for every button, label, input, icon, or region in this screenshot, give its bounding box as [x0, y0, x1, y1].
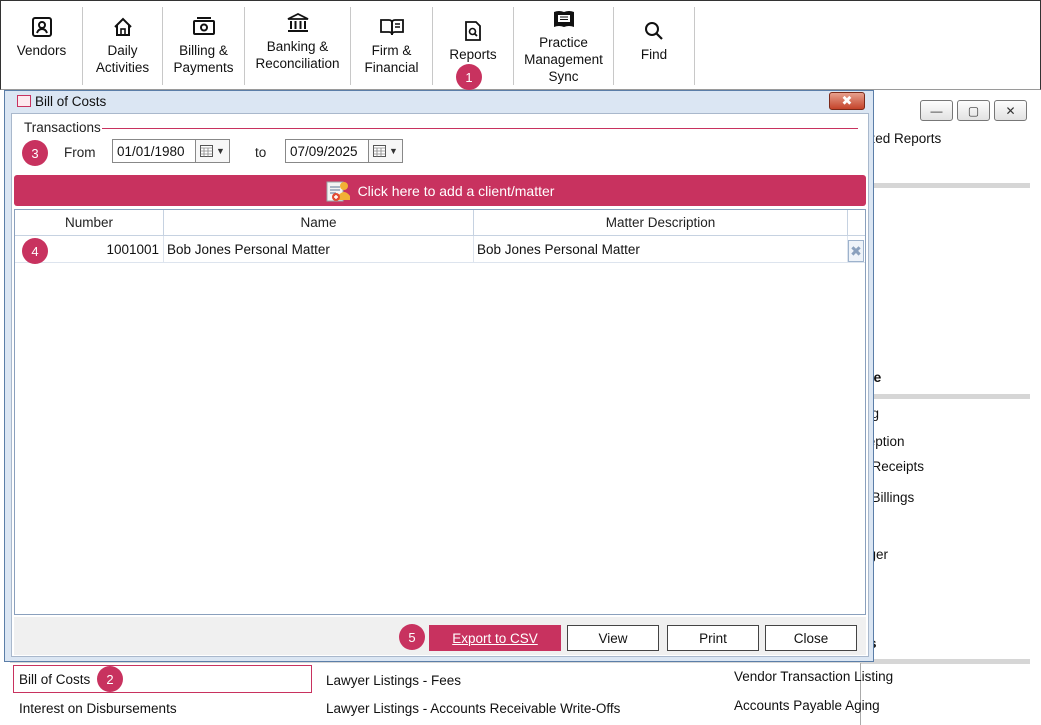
- cell-name: Bob Jones Personal Matter: [164, 236, 474, 263]
- export-csv-button[interactable]: Export to CSV: [429, 625, 561, 651]
- column-header-number[interactable]: Number: [15, 210, 164, 236]
- column-header-name[interactable]: Name: [164, 210, 474, 236]
- toolbar-banking-reconciliation-button[interactable]: Banking & Reconciliation: [245, 7, 351, 85]
- from-date-input[interactable]: [112, 139, 196, 163]
- dialog-close-button[interactable]: ✖: [829, 92, 865, 110]
- chevron-down-icon: ▼: [216, 146, 225, 156]
- section-divider: [102, 128, 858, 129]
- report-search-icon: [463, 19, 483, 43]
- toolbar-vendors-button[interactable]: Vendors: [1, 7, 83, 85]
- report-vendor-transaction-listing[interactable]: Vendor Transaction Listing: [734, 669, 893, 684]
- callout-badge-2: 2: [97, 666, 123, 692]
- add-client-matter-label: Click here to add a client/matter: [357, 182, 555, 199]
- dialog-footer: 5 Export to CSV View Print Close: [14, 617, 866, 655]
- callout-badge-5: 5: [399, 624, 425, 650]
- toolbar-daily-activities-button[interactable]: Daily Activities: [83, 7, 163, 85]
- add-client-matter-button[interactable]: Click here to add a client/matter: [14, 175, 866, 206]
- book-icon: [379, 15, 405, 39]
- to-date-picker-button[interactable]: ▼: [369, 139, 403, 163]
- vendor-icon: [31, 15, 53, 39]
- grid-header: Number Name Matter Description: [15, 210, 865, 236]
- callout-badge-4: 4: [22, 238, 48, 264]
- bill-of-costs-dialog: Bill of Costs ✖ Transactions 3 From ▼ to…: [4, 90, 874, 662]
- main-toolbar: Vendors Daily Activities Billing & Payme…: [0, 0, 1041, 90]
- report-interest-on-disbursements[interactable]: Interest on Disbursements: [19, 701, 177, 716]
- remove-row-button[interactable]: ✖: [848, 240, 864, 262]
- report-lawyer-listings-ar-writeoffs[interactable]: Lawyer Listings - Accounts Receivable Wr…: [326, 701, 620, 716]
- remove-icon: ✖: [850, 242, 862, 259]
- minimize-button[interactable]: —: [920, 100, 953, 121]
- dialog-title: Bill of Costs: [35, 94, 107, 109]
- to-date-input[interactable]: [285, 139, 369, 163]
- report-lawyer-listings-fees[interactable]: Lawyer Listings - Fees: [326, 673, 461, 688]
- from-label: From: [64, 145, 96, 160]
- calendar-icon: [373, 145, 387, 157]
- view-button[interactable]: View: [567, 625, 659, 651]
- bank-icon: [286, 11, 310, 35]
- report-accounts-payable-aging[interactable]: Accounts Payable Aging: [734, 698, 880, 713]
- matter-grid: Number Name Matter Description 1001001 B…: [14, 209, 866, 615]
- cell-matter-description: Bob Jones Personal Matter: [474, 236, 848, 263]
- chevron-down-icon: ▼: [389, 146, 398, 156]
- close-icon: ✖: [841, 93, 853, 108]
- table-row[interactable]: 1001001 Bob Jones Personal Matter Bob Jo…: [15, 236, 865, 263]
- add-client-icon: [326, 181, 350, 201]
- dialog-titlebar[interactable]: Bill of Costs ✖: [5, 91, 873, 113]
- search-icon: [643, 19, 665, 43]
- transactions-section-label: Transactions: [24, 120, 101, 135]
- dialog-body: Transactions 3 From ▼ to ▼ Click here to…: [11, 113, 869, 657]
- section-divider: [861, 394, 1030, 399]
- money-icon: [192, 15, 216, 39]
- toolbar-find-button[interactable]: Find: [614, 7, 695, 85]
- section-divider: [861, 659, 1030, 664]
- window-close-button[interactable]: ✕: [994, 100, 1027, 121]
- close-button[interactable]: Close: [765, 625, 857, 651]
- home-icon: [112, 15, 134, 39]
- report-bill-of-costs[interactable]: Bill of Costs: [19, 672, 90, 687]
- section-divider: [861, 183, 1030, 188]
- to-label: to: [255, 145, 267, 160]
- reports-background-window: — ▢ ✕ rized Reports ble ing ception y Re…: [860, 92, 1041, 725]
- toolbar-practice-management-sync-button[interactable]: Practice Management Sync: [514, 7, 614, 85]
- maximize-button[interactable]: ▢: [957, 100, 990, 121]
- dye-durham-icon: [551, 9, 577, 31]
- column-header-matter-description[interactable]: Matter Description: [474, 210, 848, 236]
- callout-badge-1: 1: [456, 64, 482, 90]
- print-button[interactable]: Print: [667, 625, 759, 651]
- callout-badge-3: 3: [22, 140, 48, 166]
- maximize-icon: ▢: [967, 103, 980, 118]
- app-icon: [17, 95, 31, 107]
- toolbar-billing-payments-button[interactable]: Billing & Payments: [163, 7, 245, 85]
- close-icon: ✕: [1005, 103, 1016, 118]
- toolbar-firm-financial-button[interactable]: Firm & Financial: [351, 7, 433, 85]
- calendar-icon: [200, 145, 214, 157]
- from-date-picker-button[interactable]: ▼: [196, 139, 230, 163]
- minimize-icon: —: [930, 103, 943, 118]
